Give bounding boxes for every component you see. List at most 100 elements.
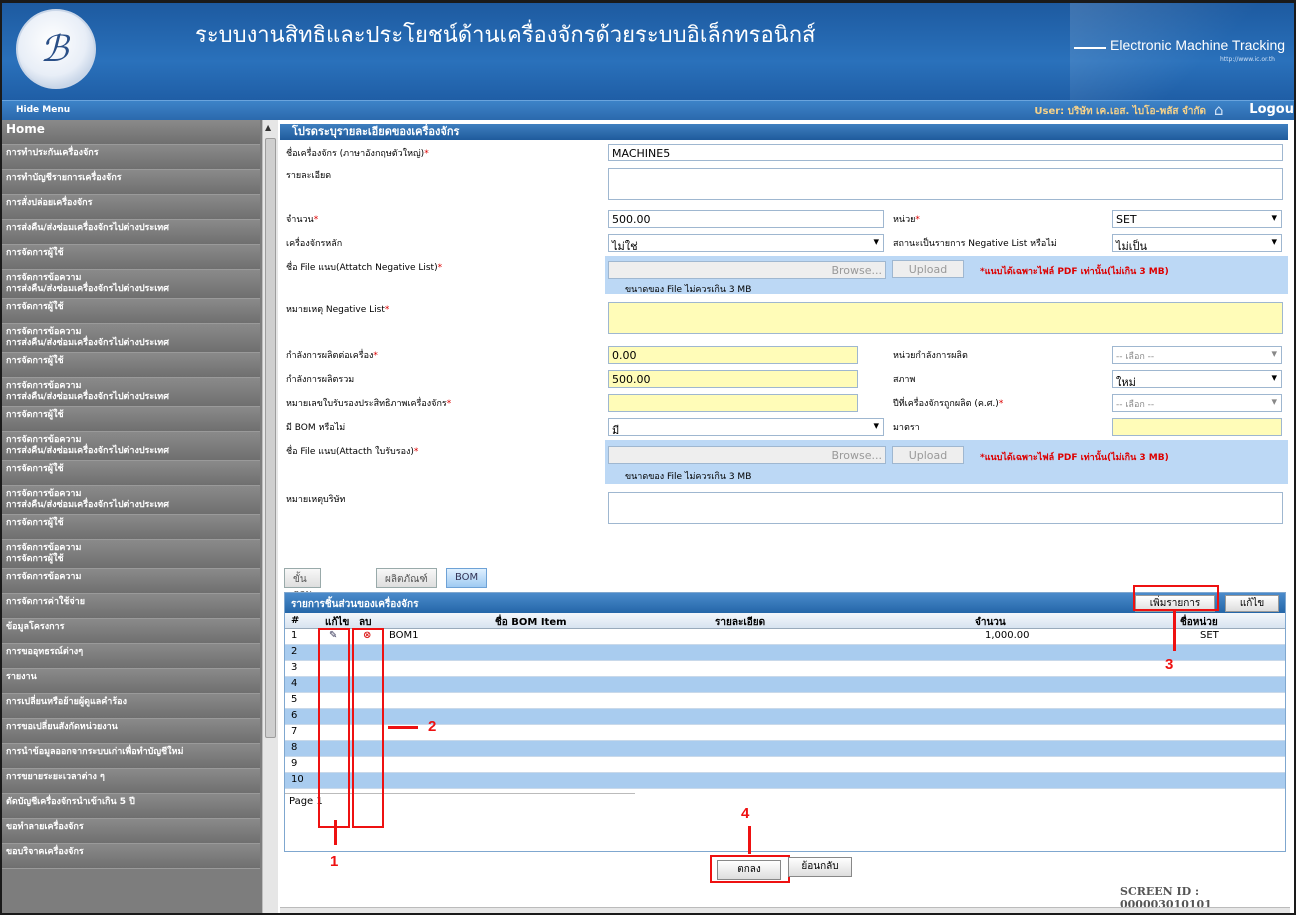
qty-input[interactable]: 500.00 <box>608 210 884 228</box>
brand-url: http://www.ic.or.th <box>1220 56 1275 63</box>
sidebar-item[interactable]: การจัดการผู้ใช้ <box>2 461 260 486</box>
brand-title: Electronic Machine Tracking <box>1110 37 1286 53</box>
sidebar-item[interactable]: การจัดการข้อความ การส่งคืน/ส่งซ่อมเครื่อง… <box>2 378 260 407</box>
unit-select[interactable]: SET <box>1112 210 1282 228</box>
machine-name-label: ชื่อเครื่องจักร (ภาษาอังกฤษตัวใหญ่) <box>286 149 425 159</box>
sidebar-item[interactable]: การทำประกันเครื่องจักร <box>2 145 260 170</box>
hide-menu-link[interactable]: Hide Menu <box>16 105 70 115</box>
machine-name-input[interactable]: MACHINE5 <box>608 144 1283 161</box>
sidebar-scrollbar[interactable]: ▲ <box>262 120 278 913</box>
condition-value: ใหม่ <box>1116 376 1136 389</box>
cert-file-note: *แนบได้เฉพาะไฟล์ PDF เท่านั้น(ไม่เกิน 3 … <box>980 453 1169 463</box>
sidebar-item-label: การขออุทธรณ์ต่างๆ <box>6 647 84 657</box>
logout-link[interactable]: Logou <box>1249 102 1294 117</box>
sidebar-item[interactable]: การจัดการผู้ใช้ <box>2 245 260 270</box>
sidebar-item[interactable]: การส่งคืน/ส่งซ่อมเครื่องจักรไปต่างประเทศ <box>2 220 260 245</box>
year-label: ปีที่เครื่องจักรถูกผลิต (ค.ศ.) <box>893 399 999 409</box>
sidebar-item-label: การจัดการข้อความ <box>6 543 82 553</box>
home-icon[interactable]: ⌂ <box>1214 102 1232 118</box>
sidebar-item[interactable]: ขอทำลายเครื่องจักร <box>2 819 260 844</box>
sidebar-item[interactable]: การจัดการผู้ใช้ <box>2 299 260 324</box>
tab-bom[interactable]: BOM <box>446 568 488 588</box>
table-row[interactable]: 3 <box>285 661 1285 677</box>
row-negative-remark: หมายเหตุ Negative List* <box>280 298 1288 338</box>
sidebar-item[interactable]: การจัดการค่าใช้จ่าย <box>2 594 260 619</box>
company-remark-label: หมายเหตุบริษัท <box>280 488 605 528</box>
cert-no-label: หมายเลขใบรับรองประสิทธิภาพเครื่องจักร <box>286 399 447 409</box>
system-title: ระบบงานสิทธิและประโยชน์ด้านเครื่องจักรด้… <box>195 22 816 47</box>
sidebar-item-home[interactable]: Home <box>2 120 260 145</box>
table-row[interactable]: 5 <box>285 693 1285 709</box>
sidebar-item[interactable]: ข้อมูลโครงการ <box>2 619 260 644</box>
sidebar-item[interactable]: การจัดการผู้ใช้ <box>2 515 260 540</box>
delete-icon[interactable]: ⊗ <box>363 630 371 641</box>
table-row[interactable]: 8 <box>285 741 1285 757</box>
sidebar-item[interactable]: การจัดการข้อความ การส่งคืน/ส่งซ่อมเครื่อง… <box>2 486 260 515</box>
sidebar-item[interactable]: การเปลี่ยนหรือย้ายผู้ดูแลคำร้อง <box>2 694 260 719</box>
col-no: # <box>291 615 300 626</box>
scroll-up-icon[interactable]: ▲ <box>265 123 271 132</box>
add-item-button[interactable]: เพิ่มรายการ <box>1135 595 1215 612</box>
cert-file-upload[interactable]: Upload <box>892 446 964 464</box>
grid-edit-button[interactable]: แก้ไข <box>1225 595 1279 612</box>
sidebar-item-label: ตัดบัญชีเครื่องจักรนำเข้าเกิน 5 ปี <box>6 797 135 807</box>
sidebar-item[interactable]: การจัดการผู้ใช้ <box>2 353 260 378</box>
sidebar-item-label: การจัดการผู้ใช้ <box>6 356 64 366</box>
bom-item-qty: 1,000.00 <box>985 630 1030 641</box>
arrow-4 <box>748 826 751 854</box>
sidebar-item-label: การจัดการผู้ใช้ <box>6 302 64 312</box>
sidebar-item[interactable]: การขยายระยะเวลาต่าง ๆ <box>2 769 260 794</box>
cert-file-browse[interactable]: Browse... <box>608 446 886 464</box>
form-heading: โปรดระบุรายละเอียดของเครื่องจักร <box>280 124 1288 140</box>
negative-file-browse[interactable]: Browse... <box>608 261 886 279</box>
negative-file-upload[interactable]: Upload <box>892 260 964 278</box>
main-machine-select[interactable]: ไม่ใช่ <box>608 234 884 253</box>
sidebar-item[interactable]: การจัดการข้อความ <box>2 569 260 594</box>
col-unit: ชื่อหน่วย <box>1180 617 1218 628</box>
section-input[interactable] <box>1112 418 1282 436</box>
sidebar-item[interactable]: การขอเปลี่ยนสังกัดหน่วยงาน <box>2 719 260 744</box>
col-edit: แก้ไข <box>325 617 350 628</box>
negative-status-select[interactable]: ไม่เป็น <box>1112 234 1282 253</box>
capacity-total-input[interactable]: 500.00 <box>608 370 858 388</box>
sidebar-item[interactable]: การนำข้อมูลออกจากระบบเก่าเพื่อทำบัญชีใหม… <box>2 744 260 769</box>
horizontal-scrollbar[interactable] <box>280 907 1290 913</box>
sidebar-item[interactable]: การขออุทธรณ์ต่างๆ <box>2 644 260 669</box>
detail-textarea[interactable] <box>608 168 1283 200</box>
sidebar-item-label: การทำบัญชีรายการเครื่องจักร <box>6 173 122 183</box>
bom-select[interactable]: มี <box>608 418 884 437</box>
sidebar-item[interactable]: การจัดการข้อความ การส่งคืน/ส่งซ่อมเครื่อง… <box>2 270 260 299</box>
edit-icon[interactable]: ✎ <box>329 630 337 641</box>
year-select[interactable]: -- เลือก -- <box>1112 394 1282 412</box>
table-row[interactable]: 1 ✎ ⊗ BOM1 1,000.00 SET <box>285 629 1285 645</box>
sidebar-item-label: การทำประกันเครื่องจักร <box>6 148 99 158</box>
table-row[interactable]: 10 <box>285 773 1285 789</box>
company-remark-textarea[interactable] <box>608 492 1283 524</box>
table-row[interactable]: 9 <box>285 757 1285 773</box>
sidebar-item[interactable]: การทำบัญชีรายการเครื่องจักร <box>2 170 260 195</box>
cert-no-input[interactable] <box>608 394 858 412</box>
scroll-thumb[interactable] <box>265 138 276 738</box>
condition-select[interactable]: ใหม่ <box>1112 370 1282 389</box>
sidebar-item[interactable]: การจัดการข้อความ การจัดการผู้ใช้ <box>2 540 260 569</box>
sidebar-item-label: การจัดการผู้ใช้ <box>6 410 64 420</box>
back-button[interactable]: ย้อนกลับ <box>788 857 852 877</box>
sidebar-item[interactable]: การจัดการข้อความ การส่งคืน/ส่งซ่อมเครื่อง… <box>2 324 260 353</box>
sidebar-item[interactable]: การจัดการข้อความ การส่งคืน/ส่งซ่อมเครื่อง… <box>2 432 260 461</box>
capacity-unit-select[interactable]: -- เลือก -- <box>1112 346 1282 364</box>
row-number: 2 <box>291 646 298 657</box>
sidebar-item[interactable]: ตัดบัญชีเครื่องจักรนำเข้าเกิน 5 ปี <box>2 794 260 819</box>
capacity-per-input[interactable]: 0.00 <box>608 346 858 364</box>
sidebar-item[interactable]: การจัดการผู้ใช้ <box>2 407 260 432</box>
sidebar-item[interactable]: การสั่งปล่อยเครื่องจักร <box>2 195 260 220</box>
tab-products[interactable]: ผลิตภัณฑ์ <box>376 568 437 588</box>
table-row[interactable]: 4 <box>285 677 1285 693</box>
sidebar-item[interactable]: รายงาน <box>2 669 260 694</box>
tab-production-steps[interactable]: ขั้นตอนการผลิต <box>284 568 322 630</box>
negative-remark-textarea[interactable] <box>608 302 1283 334</box>
sidebar-item[interactable]: ขอบริจาคเครื่องจักร <box>2 844 260 869</box>
ok-button[interactable]: ตกลง <box>717 860 781 880</box>
negative-status-value: ไม่เป็น <box>1116 240 1148 253</box>
negative-remark-label: หมายเหตุ Negative List <box>286 305 385 315</box>
table-row[interactable]: 2 <box>285 645 1285 661</box>
